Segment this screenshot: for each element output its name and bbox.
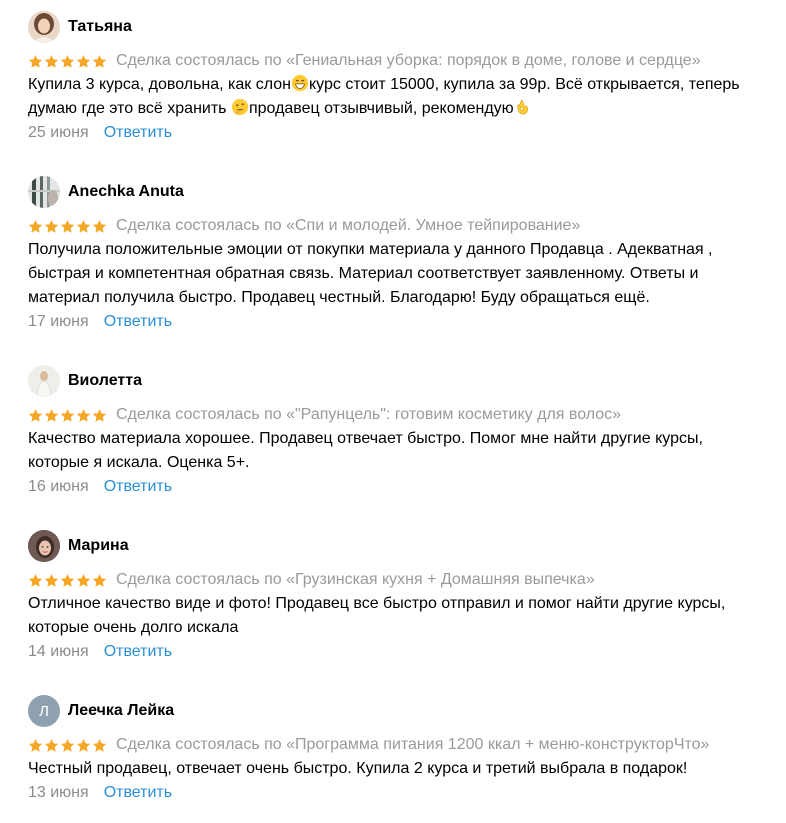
star-rating bbox=[28, 408, 107, 423]
star-icon bbox=[28, 219, 43, 234]
star-rating bbox=[28, 54, 107, 69]
reply-link[interactable]: Ответить bbox=[104, 643, 172, 661]
reply-link[interactable]: Ответить bbox=[104, 124, 172, 142]
star-icon bbox=[44, 408, 59, 423]
review-header: Виолетта bbox=[28, 365, 768, 397]
review-meta: 16 июня Ответить bbox=[28, 475, 768, 499]
star-icon bbox=[28, 54, 43, 69]
avatar[interactable] bbox=[28, 530, 60, 562]
star-icon bbox=[60, 219, 75, 234]
reply-link[interactable]: Ответить bbox=[104, 313, 172, 331]
author-name[interactable]: Виолетта bbox=[68, 372, 142, 390]
rating-row: Сделка состоялась по «Спи и молодей. Умн… bbox=[28, 215, 768, 237]
star-icon bbox=[76, 219, 91, 234]
review-item: Л Леечка Лейка Сделка состоялась по «Про… bbox=[28, 695, 768, 805]
star-icon bbox=[92, 219, 107, 234]
star-icon bbox=[44, 573, 59, 588]
deal-info: Сделка состоялась по «Программа питания … bbox=[116, 736, 710, 753]
star-rating bbox=[28, 738, 107, 753]
star-icon bbox=[28, 573, 43, 588]
star-icon bbox=[76, 573, 91, 588]
star-icon bbox=[60, 573, 75, 588]
author-name[interactable]: Марина bbox=[68, 537, 129, 555]
review-date: 13 июня bbox=[28, 784, 89, 801]
review-date: 25 июня bbox=[28, 124, 89, 141]
review-text: Отличное качество виде и фото! Продавец … bbox=[28, 595, 726, 636]
author-name[interactable]: Anechka Anuta bbox=[68, 183, 184, 201]
deal-info: Сделка состоялась по «Грузинская кухня +… bbox=[116, 571, 595, 588]
avatar[interactable]: Л bbox=[28, 695, 60, 727]
star-rating bbox=[28, 573, 107, 588]
star-icon bbox=[76, 738, 91, 753]
review-item: Татьяна Сделка состоялась по «Гениальная… bbox=[28, 11, 768, 145]
rating-row: Сделка состоялась по «Грузинская кухня +… bbox=[28, 569, 768, 591]
star-icon bbox=[28, 738, 43, 753]
star-icon bbox=[76, 54, 91, 69]
rating-row: Сделка состоялась по «Гениальная уборка:… bbox=[28, 50, 768, 72]
author-name[interactable]: Татьяна bbox=[68, 18, 132, 36]
reply-link[interactable]: Ответить bbox=[104, 478, 172, 496]
review-date: 16 июня bbox=[28, 478, 89, 495]
reviews-list: Татьяна Сделка состоялась по «Гениальная… bbox=[0, 0, 786, 823]
review-meta: 25 июня Ответить bbox=[28, 121, 768, 145]
review-text-part: Купила 3 курса, довольна, как слон bbox=[28, 76, 291, 93]
reply-link[interactable]: Ответить bbox=[104, 784, 172, 802]
review-text-part: продавец отзывчивый, рекомендую bbox=[248, 100, 514, 117]
deal-info: Сделка состоялась по «Гениальная уборка:… bbox=[116, 52, 701, 69]
review-meta: 14 июня Ответить bbox=[28, 640, 768, 664]
rating-row: Сделка состоялась по «"Рапунцель": готов… bbox=[28, 404, 768, 426]
review-header: Марина bbox=[28, 530, 768, 562]
star-icon bbox=[60, 54, 75, 69]
grin-emoji-icon bbox=[291, 74, 309, 92]
review-text: Честный продавец, отвечает очень быстро.… bbox=[28, 760, 688, 777]
review-header: Татьяна bbox=[28, 11, 768, 43]
star-icon bbox=[60, 408, 75, 423]
deal-info: Сделка состоялась по «"Рапунцель": готов… bbox=[116, 406, 622, 423]
ok-hand-emoji-icon bbox=[516, 100, 528, 115]
star-icon bbox=[92, 408, 107, 423]
star-icon bbox=[44, 738, 59, 753]
review-meta: 17 июня Ответить bbox=[28, 310, 768, 334]
review-date: 17 июня bbox=[28, 313, 89, 330]
review-header: Л Леечка Лейка bbox=[28, 695, 768, 727]
rating-row: Сделка состоялась по «Программа питания … bbox=[28, 734, 768, 756]
star-icon bbox=[76, 408, 91, 423]
avatar[interactable] bbox=[28, 11, 60, 43]
star-icon bbox=[92, 573, 107, 588]
review-item: Марина Сделка состоялась по «Грузинская … bbox=[28, 530, 768, 664]
review-date: 14 июня bbox=[28, 643, 89, 660]
review-text: Купила 3 курса, довольна, как слон курс с… bbox=[28, 73, 768, 121]
review-meta: 13 июня Ответить bbox=[28, 781, 768, 805]
review-item: Anechka Anuta Сделка состоялась по «Спи … bbox=[28, 176, 768, 334]
review-text: Получила положительные эмоции от покупки… bbox=[28, 241, 713, 306]
star-icon bbox=[44, 219, 59, 234]
review-header: Anechka Anuta bbox=[28, 176, 768, 208]
author-name[interactable]: Леечка Лейка bbox=[68, 702, 174, 720]
thinking-emoji-icon bbox=[231, 98, 249, 116]
star-icon bbox=[92, 738, 107, 753]
deal-info: Сделка состоялась по «Спи и молодей. Умн… bbox=[116, 217, 581, 234]
star-icon bbox=[60, 738, 75, 753]
star-icon bbox=[92, 54, 107, 69]
star-icon bbox=[28, 408, 43, 423]
avatar[interactable] bbox=[28, 176, 60, 208]
star-rating bbox=[28, 219, 107, 234]
review-text: Качество материала хорошее. Продавец отв… bbox=[28, 430, 703, 471]
review-item: Виолетта Сделка состоялась по «"Рапунцел… bbox=[28, 365, 768, 499]
star-icon bbox=[44, 54, 59, 69]
avatar[interactable] bbox=[28, 365, 60, 397]
